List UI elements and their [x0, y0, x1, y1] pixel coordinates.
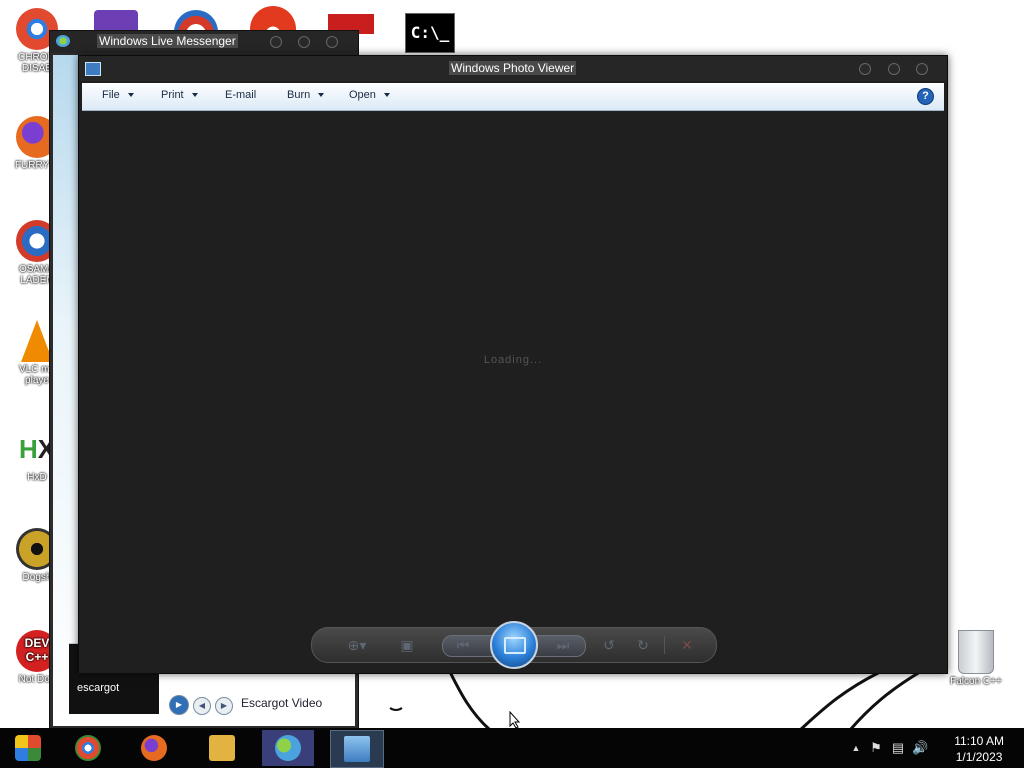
menu-burn-label: Burn [287, 89, 311, 101]
video-label[interactable]: Escargot Video [241, 696, 322, 710]
rotate-right-icon[interactable]: ↻ [632, 634, 654, 656]
menu-open[interactable]: Open [349, 89, 390, 101]
taskbar-firefox[interactable] [128, 730, 180, 766]
close-button[interactable] [916, 63, 928, 75]
volume-icon[interactable]: 🔊 [912, 740, 928, 756]
messenger-app-icon [56, 35, 70, 47]
messenger-icon [275, 735, 301, 761]
photo-viewer-title: Windows Photo Viewer [449, 61, 577, 75]
chevron-down-icon [127, 93, 134, 98]
network-icon[interactable]: ▤ [890, 740, 906, 756]
clock[interactable]: 11:10 AM 1/1/2023 [954, 733, 1004, 765]
taskbar-photo-viewer[interactable] [330, 730, 384, 768]
recycle-bin-icon [958, 630, 994, 674]
wallpaper-drawing [389, 672, 921, 730]
cmd-icon: C:\_ [410, 23, 450, 42]
delete-icon[interactable]: ✕ [676, 634, 698, 656]
chevron-down-icon [383, 93, 390, 98]
menu-print[interactable]: Print [161, 89, 198, 101]
flag-icon[interactable]: ⚑ [868, 740, 884, 756]
maximize-button[interactable] [888, 63, 900, 75]
next-icon[interactable]: ▶ [215, 697, 233, 715]
folder-icon [209, 735, 235, 761]
menu-email-label: E-mail [225, 89, 257, 101]
toolbar-divider [664, 636, 665, 654]
show-hidden-icons-icon[interactable]: ▲ [848, 740, 864, 756]
taskbar: ▲ ⚑ ▤ 🔊 11:10 AM 1/1/2023 [0, 728, 1024, 768]
menu-email[interactable]: E-mail [225, 89, 256, 101]
actual-size-icon[interactable]: ▣ [396, 634, 418, 656]
desktop-icon-falcon[interactable]: Falcon C++ [946, 630, 1006, 687]
playback-control-bar: ⊕▾ ▣ ⏮ ⏭ ↺ ↻ ✕ [311, 621, 717, 669]
chrome-icon [75, 735, 101, 761]
previous-icon: ⏮ [456, 637, 470, 653]
menu-burn[interactable]: Burn [287, 89, 325, 101]
system-tray: ▲ ⚑ ▤ 🔊 11:10 AM 1/1/2023 [844, 728, 1024, 768]
chevron-down-icon [318, 93, 325, 98]
messenger-title: Windows Live Messenger [97, 34, 238, 48]
chevron-down-icon [191, 93, 198, 98]
photo-viewer-titlebar[interactable]: Windows Photo Viewer [79, 56, 947, 81]
close-button[interactable] [326, 36, 338, 48]
photo-viewer-icon [344, 736, 370, 762]
clock-time: 11:10 AM [954, 734, 1004, 748]
previous-icon[interactable]: ◀ [193, 697, 211, 715]
next-icon: ⏭ [556, 637, 570, 653]
firefox-icon [141, 735, 167, 761]
desktop-icon-label: Falcon C++ [950, 676, 1002, 687]
menu-open-label: Open [349, 89, 376, 101]
minimize-button[interactable] [270, 36, 282, 48]
messenger-titlebar[interactable]: Windows Live Messenger [50, 31, 358, 53]
desktop-icon-cmd[interactable]: C:\_ [405, 13, 455, 53]
taskbar-chrome[interactable] [62, 730, 114, 766]
slideshow-icon [504, 637, 526, 654]
slideshow-button[interactable] [490, 621, 538, 669]
thumbnail-label: escargot [77, 682, 120, 694]
menu-file[interactable]: File [102, 89, 134, 101]
photo-viewer-window[interactable]: Windows Photo Viewer File Print E-mail B… [78, 55, 948, 674]
menu-print-label: Print [161, 89, 184, 101]
maximize-button[interactable] [298, 36, 310, 48]
mouse-cursor-icon [509, 711, 521, 729]
loading-text: Loading... [483, 354, 543, 366]
photo-viewer-app-icon [85, 62, 101, 76]
rotate-left-icon[interactable]: ↺ [598, 634, 620, 656]
menu-file-label: File [102, 89, 120, 101]
taskbar-explorer[interactable] [196, 730, 248, 766]
clock-date: 1/1/2023 [955, 750, 1003, 764]
minimize-button[interactable] [859, 63, 871, 75]
start-orb-icon [15, 735, 41, 761]
start-button[interactable] [2, 730, 54, 766]
help-icon[interactable]: ? [917, 88, 934, 105]
taskbar-messenger[interactable] [262, 730, 314, 766]
play-icon[interactable]: ▶ [169, 695, 189, 715]
menu-bar: File Print E-mail Burn Open ? [82, 83, 944, 111]
zoom-icon[interactable]: ⊕▾ [340, 634, 374, 656]
